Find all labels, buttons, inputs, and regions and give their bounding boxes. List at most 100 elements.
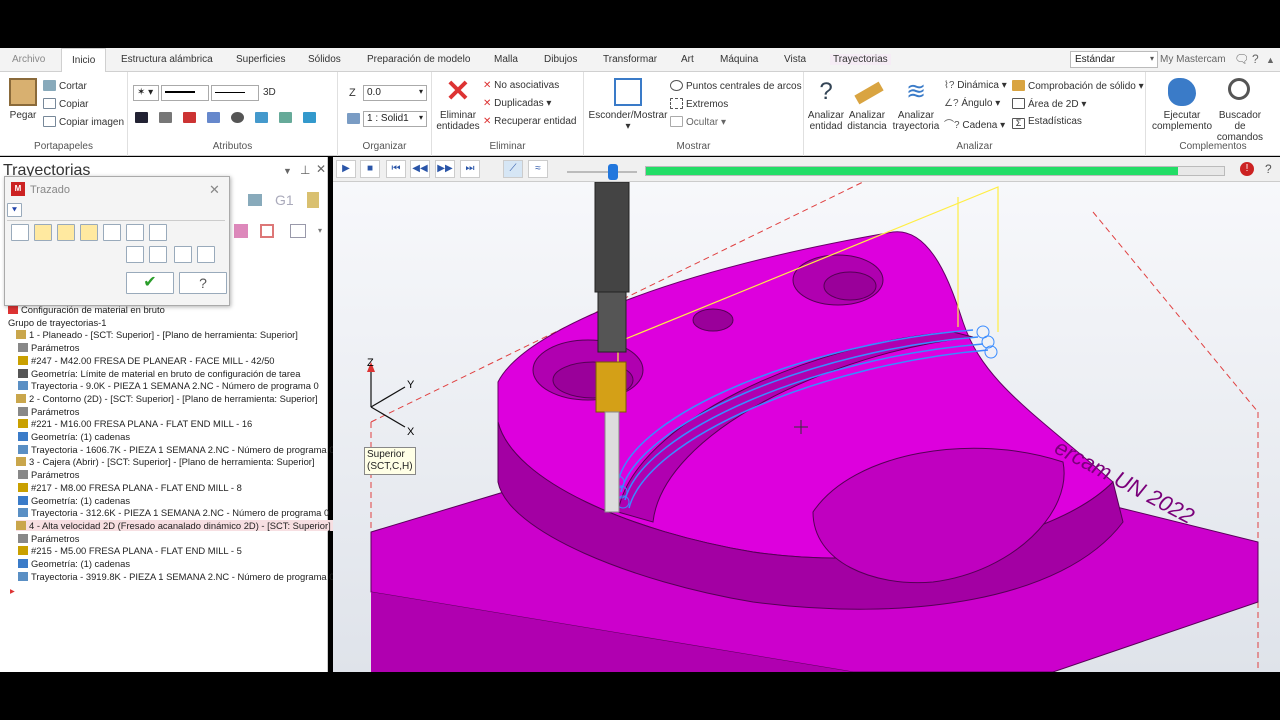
tree-item[interactable]: Trayectoria - 9.0K - PIEZA 1 SEMANA 2.NC… <box>18 380 319 391</box>
speed-slider[interactable] <box>567 171 637 173</box>
help-button[interactable]: ? <box>179 272 227 294</box>
operation-row[interactable]: 3 - Cajera (Abrir) - [SCT: Superior] - [… <box>16 456 315 467</box>
configuration-select[interactable]: Estándar ▾ <box>1070 51 1158 68</box>
toolpath-icon[interactable] <box>248 194 262 206</box>
pin-icon[interactable]: ⊥ <box>300 163 310 177</box>
analizar-distancia-button[interactable]: Analizar distancia <box>845 110 889 132</box>
ocultar-button[interactable]: Ocultar ▾ <box>670 116 726 128</box>
tree-item[interactable]: Grupo de trayectorias-1 <box>8 317 106 328</box>
tree-item[interactable]: Geometría: Límite de material en bruto d… <box>18 368 300 379</box>
tab-inicio[interactable]: Inicio <box>61 48 107 73</box>
tab-superficies[interactable]: Superficies <box>236 54 285 65</box>
run-icon[interactable] <box>149 246 167 263</box>
tree-item[interactable]: Trayectoria - 312.6K - PIEZA 1 SEMANA 2.… <box>18 507 329 518</box>
stop-icon[interactable]: ■ <box>360 160 380 178</box>
buscador-comandos-button[interactable]: Buscador de comandos <box>1212 110 1268 143</box>
view-3d-toggle[interactable]: 3D <box>263 87 276 98</box>
tree-item[interactable]: #217 - M8.00 FRESA PLANA - FLAT END MILL… <box>18 482 242 493</box>
g1-icon[interactable]: G1 <box>275 192 294 208</box>
tab-transformar[interactable]: Transformar <box>603 54 657 65</box>
tree-item[interactable]: Parámetros <box>18 533 79 544</box>
level-select[interactable]: 1 : Solid1 ▾ <box>363 111 427 127</box>
area-2d-button[interactable]: Área de 2D ▾ <box>1012 98 1086 110</box>
tab-solidos[interactable]: Sólidos <box>308 54 341 65</box>
tree-item[interactable]: Parámetros <box>18 469 79 480</box>
tab-maquina[interactable]: Máquina <box>720 54 758 65</box>
estadisticas-button[interactable]: Σ Estadísticas <box>1012 116 1082 129</box>
step-forward-icon[interactable]: ▶▶ <box>435 160 455 178</box>
collapse-icon[interactable]: ⯆ <box>7 203 22 217</box>
tree-item[interactable]: Trayectoria - 3919.8K - PIEZA 1 SEMANA 2… <box>18 571 334 582</box>
search-icon[interactable] <box>1228 78 1250 100</box>
my-mastercam-link[interactable]: My Mastercam <box>1160 54 1226 65</box>
holder-display-icon[interactable] <box>57 224 75 241</box>
help-icon[interactable]: ? <box>1265 162 1272 176</box>
comprobacion-solido-button[interactable]: Comprobación de sólido ▾ <box>1012 80 1144 92</box>
tab-preparacion[interactable]: Preparación de modelo <box>367 54 470 65</box>
tree-item[interactable]: Geometría: (1) cadenas <box>18 495 130 506</box>
tool-trace-icon[interactable]: ⟋ <box>503 160 523 178</box>
save-icon[interactable] <box>197 246 215 263</box>
speed-slider-thumb[interactable] <box>608 164 618 180</box>
delete-x-icon[interactable]: ✕ <box>443 77 473 108</box>
play-icon[interactable]: ▶ <box>336 160 356 178</box>
tab-trayectorias[interactable]: Trayectorias <box>830 54 891 65</box>
line-width-select[interactable] <box>211 85 259 101</box>
tool-display-icon[interactable] <box>34 224 52 241</box>
dropdown-icon[interactable]: ▼ <box>283 166 292 176</box>
lock-icon[interactable] <box>260 224 274 238</box>
tab-estructura[interactable]: Estructura alámbrica <box>121 54 213 65</box>
cadena-button[interactable]: ⌒? Cadena ▾ <box>944 116 1005 131</box>
color-icon[interactable] <box>103 224 121 241</box>
select-icon[interactable] <box>234 224 248 238</box>
point-style-select[interactable]: ✶ ▾ <box>133 85 159 101</box>
tab-archivo[interactable]: Archivo <box>12 54 45 65</box>
path-trace-icon[interactable]: ≈ <box>528 160 548 178</box>
operation-row[interactable]: 4 - Alta velocidad 2D (Fresado acanalado… <box>16 519 337 531</box>
step-icon[interactable] <box>126 246 144 263</box>
rewind-icon[interactable]: ⏮ <box>386 160 406 178</box>
puzzle-icon[interactable] <box>1168 78 1196 106</box>
close-icon[interactable]: ✕ <box>209 182 220 198</box>
cortar-button[interactable]: Cortar <box>43 80 87 92</box>
no-asociativas-button[interactable]: ✕ No asociativas <box>483 80 559 91</box>
dinamica-button[interactable]: ⌇? Dinámica ▾ <box>944 80 1007 91</box>
camera-icon[interactable] <box>174 246 192 263</box>
shank-icon[interactable] <box>80 224 98 241</box>
tree-item[interactable]: Trayectoria - 1606.7K - PIEZA 1 SEMANA 2… <box>18 444 334 455</box>
tree-item[interactable]: Parámetros <box>18 406 79 417</box>
chat-icon[interactable]: 🗨 <box>1234 52 1249 66</box>
extremos-button[interactable]: Extremos <box>670 98 728 110</box>
chevron-down-icon[interactable]: ▾ <box>318 226 322 235</box>
help-icon[interactable]: ? <box>1252 52 1259 66</box>
tab-vista[interactable]: Vista <box>784 54 806 65</box>
tab-dibujos[interactable]: Dibujos <box>544 54 577 65</box>
tab-malla[interactable]: Malla <box>494 54 518 65</box>
progress-track[interactable] <box>645 166 1225 176</box>
operation-row[interactable]: 1 - Planeado - [SCT: Superior] - [Plano … <box>16 329 298 340</box>
step-back-icon[interactable]: ◀◀ <box>410 160 430 178</box>
analizar-trayectoria-button[interactable]: Analizar trayectoria <box>892 110 940 132</box>
tree-item[interactable]: Geometría: (1) cadenas <box>18 558 130 569</box>
copiar-imagen-button[interactable]: Copiar imagen <box>43 116 124 128</box>
stop-alert-icon[interactable]: ! <box>1240 162 1254 176</box>
analyze-toolpath-icon[interactable]: ≋ <box>902 78 930 106</box>
refresh-icon[interactable] <box>11 224 29 241</box>
ok-button[interactable]: ✔ <box>126 272 174 294</box>
tree-item[interactable]: Parámetros <box>18 342 79 353</box>
info-icon[interactable] <box>149 224 167 241</box>
eliminar-entidades-button[interactable]: Eliminar entidades <box>436 110 480 132</box>
line-style-select[interactable] <box>161 85 209 101</box>
tree-item[interactable]: Geometría: (1) cadenas <box>18 431 130 442</box>
analizar-entidad-button[interactable]: Analizar entidad <box>806 110 846 132</box>
tree-item[interactable]: #221 - M16.00 FRESA PLANA - FLAT END MIL… <box>18 418 252 429</box>
wire-color-icon[interactable] <box>135 112 148 123</box>
tree-item[interactable]: #215 - M5.00 FRESA PLANA - FLAT END MILL… <box>18 545 242 556</box>
pegar-button[interactable]: Pegar <box>6 110 40 121</box>
tool-tip-icon[interactable] <box>126 224 144 241</box>
operation-row[interactable]: 2 - Contorno (2D) - [SCT: Superior] - [P… <box>16 393 318 404</box>
puntos-centrales-button[interactable]: Puntos centrales de arcos <box>670 80 802 92</box>
graphics-viewport[interactable]: ercam UN 2022 Z Y X <box>333 182 1280 672</box>
globe-icon[interactable] <box>231 112 244 123</box>
close-icon[interactable]: ✕ <box>316 162 326 176</box>
